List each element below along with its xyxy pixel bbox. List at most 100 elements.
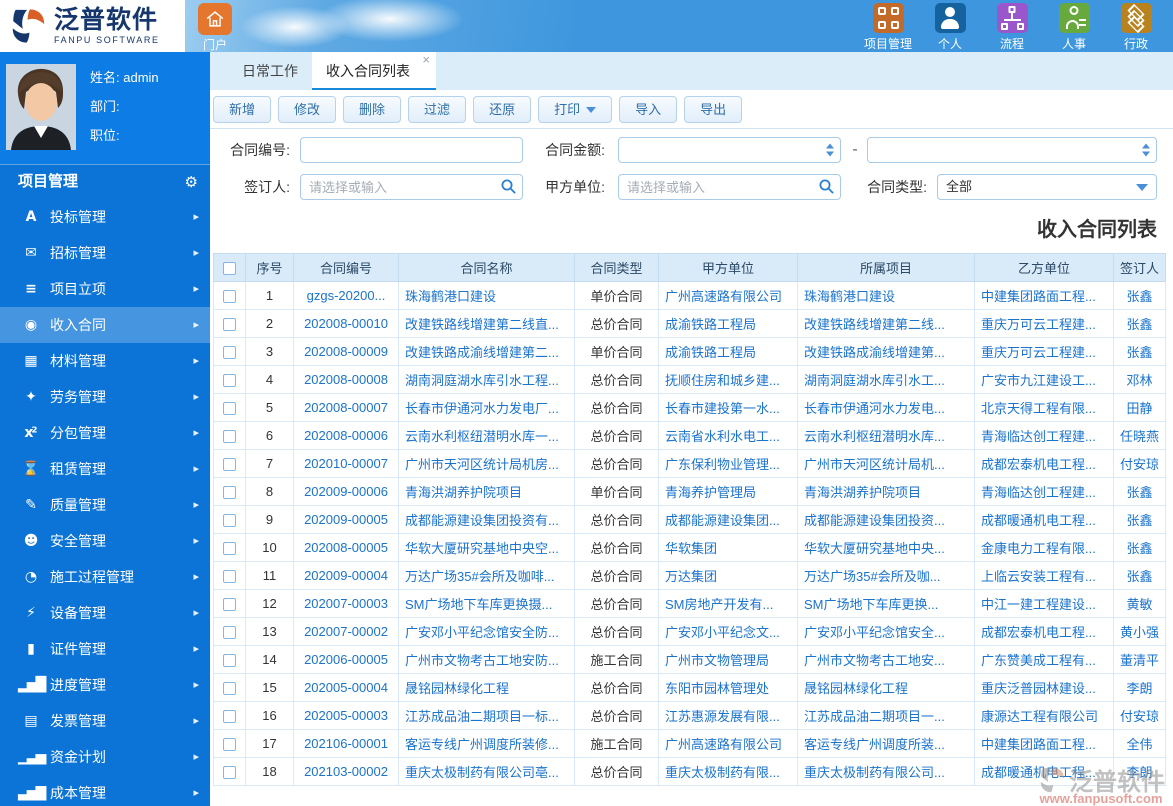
cell-party-b[interactable]: 北京天得工程有限... bbox=[974, 393, 1114, 422]
cell-party-a[interactable]: 长春市建投第一水... bbox=[658, 393, 798, 422]
cell-name[interactable]: SM广场地下车库更换摄... bbox=[398, 589, 575, 618]
cell-party-a[interactable]: 广东保利物业管理... bbox=[658, 449, 798, 478]
checkbox[interactable] bbox=[223, 710, 236, 724]
cell-signer[interactable]: 张鑫 bbox=[1113, 337, 1166, 366]
cell-party-b[interactable]: 中建集团路面工程... bbox=[974, 729, 1114, 758]
cell-project[interactable]: 广安邓小平纪念馆安全... bbox=[797, 617, 975, 646]
cell-project[interactable]: 广州市天河区统计局机... bbox=[797, 449, 975, 478]
cell-name[interactable]: 重庆太极制药有限公司亳... bbox=[398, 757, 575, 786]
checkbox[interactable] bbox=[223, 570, 236, 584]
tab-income-contract-list[interactable]: 收入合同列表 × bbox=[312, 52, 436, 90]
checkbox[interactable] bbox=[223, 458, 236, 472]
cell-signer[interactable]: 董清平 bbox=[1113, 645, 1166, 674]
cell-code[interactable]: 202010-00007 bbox=[293, 449, 399, 478]
cell-party-a[interactable]: 重庆太极制药有限... bbox=[658, 757, 798, 786]
nav-module-personal[interactable]: 个人 bbox=[919, 3, 981, 52]
cell-party-a[interactable]: 青海养护管理局 bbox=[658, 477, 798, 506]
cell-name[interactable]: 湖南洞庭湖水库引水工程... bbox=[398, 365, 575, 394]
restore-button[interactable]: 还原 bbox=[473, 95, 532, 123]
cell-project[interactable]: SM广场地下车库更换... bbox=[797, 589, 975, 618]
nav-module-admin[interactable]: 行政 bbox=[1105, 3, 1167, 52]
sidebar-item-tender[interactable]: ✉ 招标管理 ▸ bbox=[0, 235, 210, 271]
checkbox[interactable] bbox=[223, 430, 236, 444]
sidebar-item-invoice[interactable]: ▤ 发票管理 ▸ bbox=[0, 703, 210, 739]
cell-party-a[interactable]: 江苏惠源发展有限... bbox=[658, 701, 798, 730]
sidebar-item-bid[interactable]: A 投标管理 ▸ bbox=[0, 199, 210, 235]
checkbox[interactable] bbox=[223, 262, 236, 276]
search-icon[interactable] bbox=[818, 178, 835, 200]
filter-button[interactable]: 过滤 bbox=[408, 95, 467, 123]
nav-portal[interactable]: 门户 bbox=[191, 3, 239, 52]
edit-button[interactable]: 修改 bbox=[278, 95, 337, 123]
cell-party-a[interactable]: 东阳市园林管理处 bbox=[658, 673, 798, 702]
cell-party-b[interactable]: 康源达工程有限公司 bbox=[974, 701, 1114, 730]
cell-party-a[interactable]: 云南省水利水电工... bbox=[658, 421, 798, 450]
cell-signer[interactable]: 黄敏 bbox=[1113, 589, 1166, 618]
cell-code[interactable]: 202009-00006 bbox=[293, 477, 399, 506]
cell-code[interactable]: 202103-00002 bbox=[293, 757, 399, 786]
checkbox[interactable] bbox=[223, 486, 236, 500]
checkbox[interactable] bbox=[223, 346, 236, 360]
cell-code[interactable]: 202009-00004 bbox=[293, 561, 399, 590]
cell-party-b[interactable]: 中江一建工程建设... bbox=[974, 589, 1114, 618]
cell-project[interactable]: 长春市伊通河水力发电... bbox=[797, 393, 975, 422]
cell-party-b[interactable]: 成都暖通机电工程... bbox=[974, 505, 1114, 534]
sidebar-item-safety[interactable]: ☻ 安全管理 ▸ bbox=[0, 523, 210, 559]
cell-signer[interactable]: 张鑫 bbox=[1113, 561, 1166, 590]
cell-code[interactable]: 202008-00008 bbox=[293, 365, 399, 394]
spinner-icon[interactable] bbox=[826, 143, 834, 157]
cell-name[interactable]: 长春市伊通河水力发电厂... bbox=[398, 393, 575, 422]
cell-code[interactable]: 202008-00005 bbox=[293, 533, 399, 562]
cell-name[interactable]: 华软大厦研究基地中央空... bbox=[398, 533, 575, 562]
cell-project[interactable]: 成都能源建设集团投资... bbox=[797, 505, 975, 534]
sidebar-item-fund-plan[interactable]: ▁▃▅ 资金计划 ▸ bbox=[0, 739, 210, 775]
cell-name[interactable]: 珠海鹤港口建设 bbox=[398, 281, 575, 310]
checkbox[interactable] bbox=[223, 514, 236, 528]
cell-name[interactable]: 改建铁路成渝线增建第二... bbox=[398, 337, 575, 366]
cell-project[interactable]: 青海洪湖养护院项目 bbox=[797, 477, 975, 506]
cell-project[interactable]: 广州市文物考古工地安... bbox=[797, 645, 975, 674]
cell-project[interactable]: 改建铁路线增建第二线... bbox=[797, 309, 975, 338]
checkbox[interactable] bbox=[223, 682, 236, 696]
cell-code[interactable]: 202008-00006 bbox=[293, 421, 399, 450]
cell-name[interactable]: 客运专线广州调度所装修... bbox=[398, 729, 575, 758]
cell-code[interactable]: 202008-00009 bbox=[293, 337, 399, 366]
cell-name[interactable]: 万达广场35#会所及咖啡... bbox=[398, 561, 575, 590]
sidebar-item-labor[interactable]: ✦ 劳务管理 ▸ bbox=[0, 379, 210, 415]
cell-project[interactable]: 华软大厦研究基地中央... bbox=[797, 533, 975, 562]
cell-code[interactable]: 202007-00003 bbox=[293, 589, 399, 618]
cell-code[interactable]: 202007-00002 bbox=[293, 617, 399, 646]
sidebar-item-cost[interactable]: ▃▅▇ 成本管理 ▸ bbox=[0, 775, 210, 806]
contract-no-input[interactable] bbox=[300, 137, 523, 163]
sidebar-item-material[interactable]: ▦ 材料管理 ▸ bbox=[0, 343, 210, 379]
cell-signer[interactable]: 付安琼 bbox=[1113, 449, 1166, 478]
cell-name[interactable]: 江苏成品油二期项目一标... bbox=[398, 701, 575, 730]
cell-signer[interactable]: 张鑫 bbox=[1113, 505, 1166, 534]
cell-signer[interactable]: 张鑫 bbox=[1113, 281, 1166, 310]
sidebar-item-certificate[interactable]: ▮ 证件管理 ▸ bbox=[0, 631, 210, 667]
cell-party-b[interactable]: 重庆万可云工程建... bbox=[974, 309, 1114, 338]
cell-party-a[interactable]: 广州高速路有限公司 bbox=[658, 729, 798, 758]
cell-code[interactable]: gzgs-20200... bbox=[293, 281, 399, 310]
cell-party-a[interactable]: 广州市文物管理局 bbox=[658, 645, 798, 674]
cell-party-a[interactable]: SM房地产开发有... bbox=[658, 589, 798, 618]
cell-signer[interactable]: 张鑫 bbox=[1113, 309, 1166, 338]
cell-name[interactable]: 成都能源建设集团投资有... bbox=[398, 505, 575, 534]
nav-module-process[interactable]: 流程 bbox=[981, 3, 1043, 52]
delete-button[interactable]: 删除 bbox=[343, 95, 402, 123]
cell-party-b[interactable]: 重庆泛普园林建设... bbox=[974, 673, 1114, 702]
cell-name[interactable]: 青海洪湖养护院项目 bbox=[398, 477, 575, 506]
cell-signer[interactable]: 张鑫 bbox=[1113, 533, 1166, 562]
cell-party-a[interactable]: 成渝铁路工程局 bbox=[658, 309, 798, 338]
checkbox[interactable] bbox=[223, 290, 236, 304]
cell-party-b[interactable]: 成都宏泰机电工程... bbox=[974, 449, 1114, 478]
checkbox[interactable] bbox=[223, 654, 236, 668]
cell-party-a[interactable]: 广州高速路有限公司 bbox=[658, 281, 798, 310]
cell-signer[interactable]: 黄小强 bbox=[1113, 617, 1166, 646]
cell-signer[interactable]: 田静 bbox=[1113, 393, 1166, 422]
cell-party-a[interactable]: 华软集团 bbox=[658, 533, 798, 562]
sidebar-item-subcontract[interactable]: x² 分包管理 ▸ bbox=[0, 415, 210, 451]
cell-party-a[interactable]: 成都能源建设集团... bbox=[658, 505, 798, 534]
cell-party-b[interactable]: 广东赞美成工程有... bbox=[974, 645, 1114, 674]
cell-party-b[interactable]: 金康电力工程有限... bbox=[974, 533, 1114, 562]
